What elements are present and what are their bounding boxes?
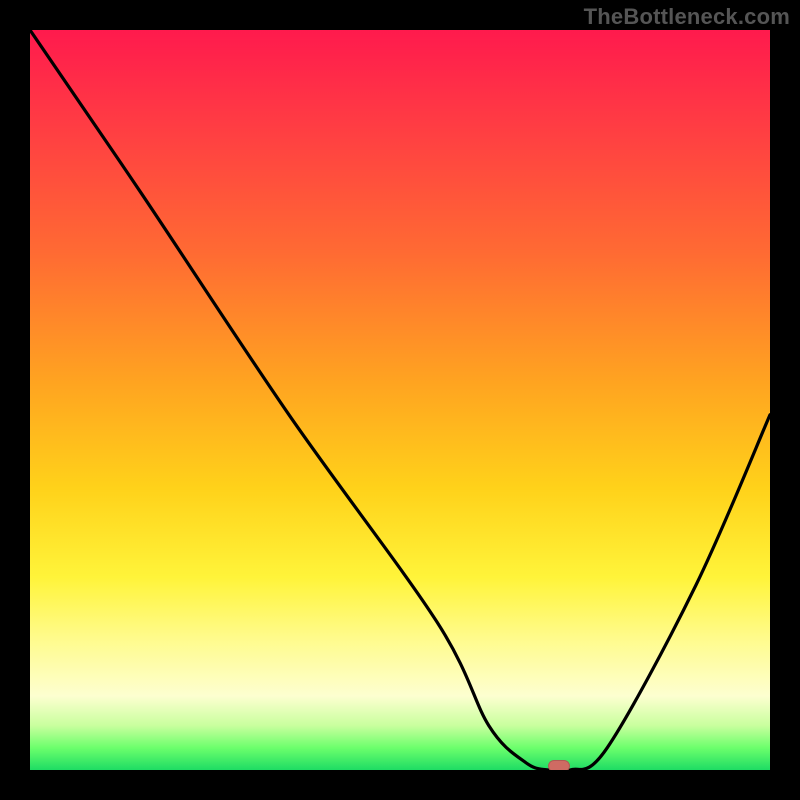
bottleneck-curve-path	[30, 30, 770, 770]
chart-frame: TheBottleneck.com	[0, 0, 800, 800]
optimal-marker	[548, 760, 570, 770]
curve-svg	[30, 30, 770, 770]
watermark-text: TheBottleneck.com	[584, 4, 790, 30]
plot-area	[30, 30, 770, 770]
